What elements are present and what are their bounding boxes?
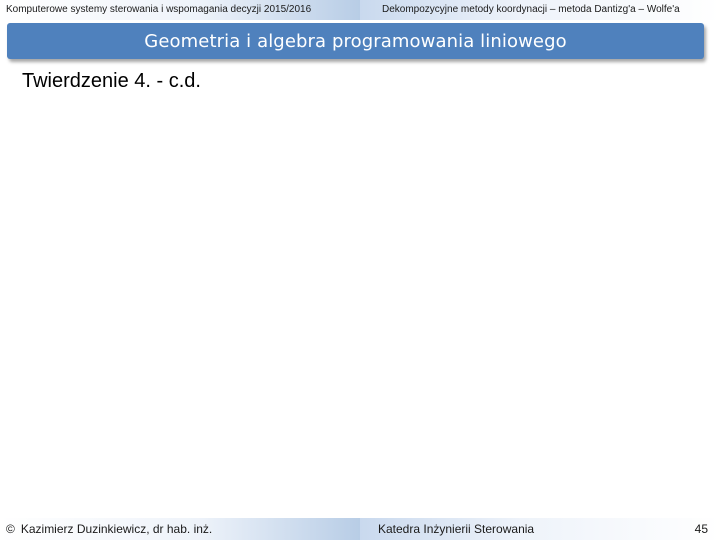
footer-department: Katedra Inżynierii Sterowania 45 — [360, 518, 720, 540]
copyright-icon: © — [6, 522, 15, 536]
footer-author: © Kazimierz Duzinkiewicz, dr hab. inż. — [0, 518, 360, 540]
footer-author-text: Kazimierz Duzinkiewicz, dr hab. inż. — [20, 522, 213, 536]
header-lecture-topic: Dekompozycyjne metody koordynacji – meto… — [360, 0, 720, 20]
footer-department-text: Katedra Inżynierii Sterowania — [378, 522, 535, 536]
slide-title-bar: Geometria i algebra programowania liniow… — [7, 23, 704, 59]
slide-title: Geometria i algebra programowania liniow… — [144, 30, 567, 52]
header-course-title-text: Komputerowe systemy sterowania i wspomag… — [6, 4, 312, 15]
header-lecture-topic-text: Dekompozycyjne metody koordynacji – meto… — [382, 4, 680, 15]
slide-heading: Twierdzenie 4. - c.d. — [22, 70, 201, 92]
header-course-title: Komputerowe systemy sterowania i wspomag… — [0, 0, 360, 20]
page-number: 45 — [694, 522, 708, 536]
